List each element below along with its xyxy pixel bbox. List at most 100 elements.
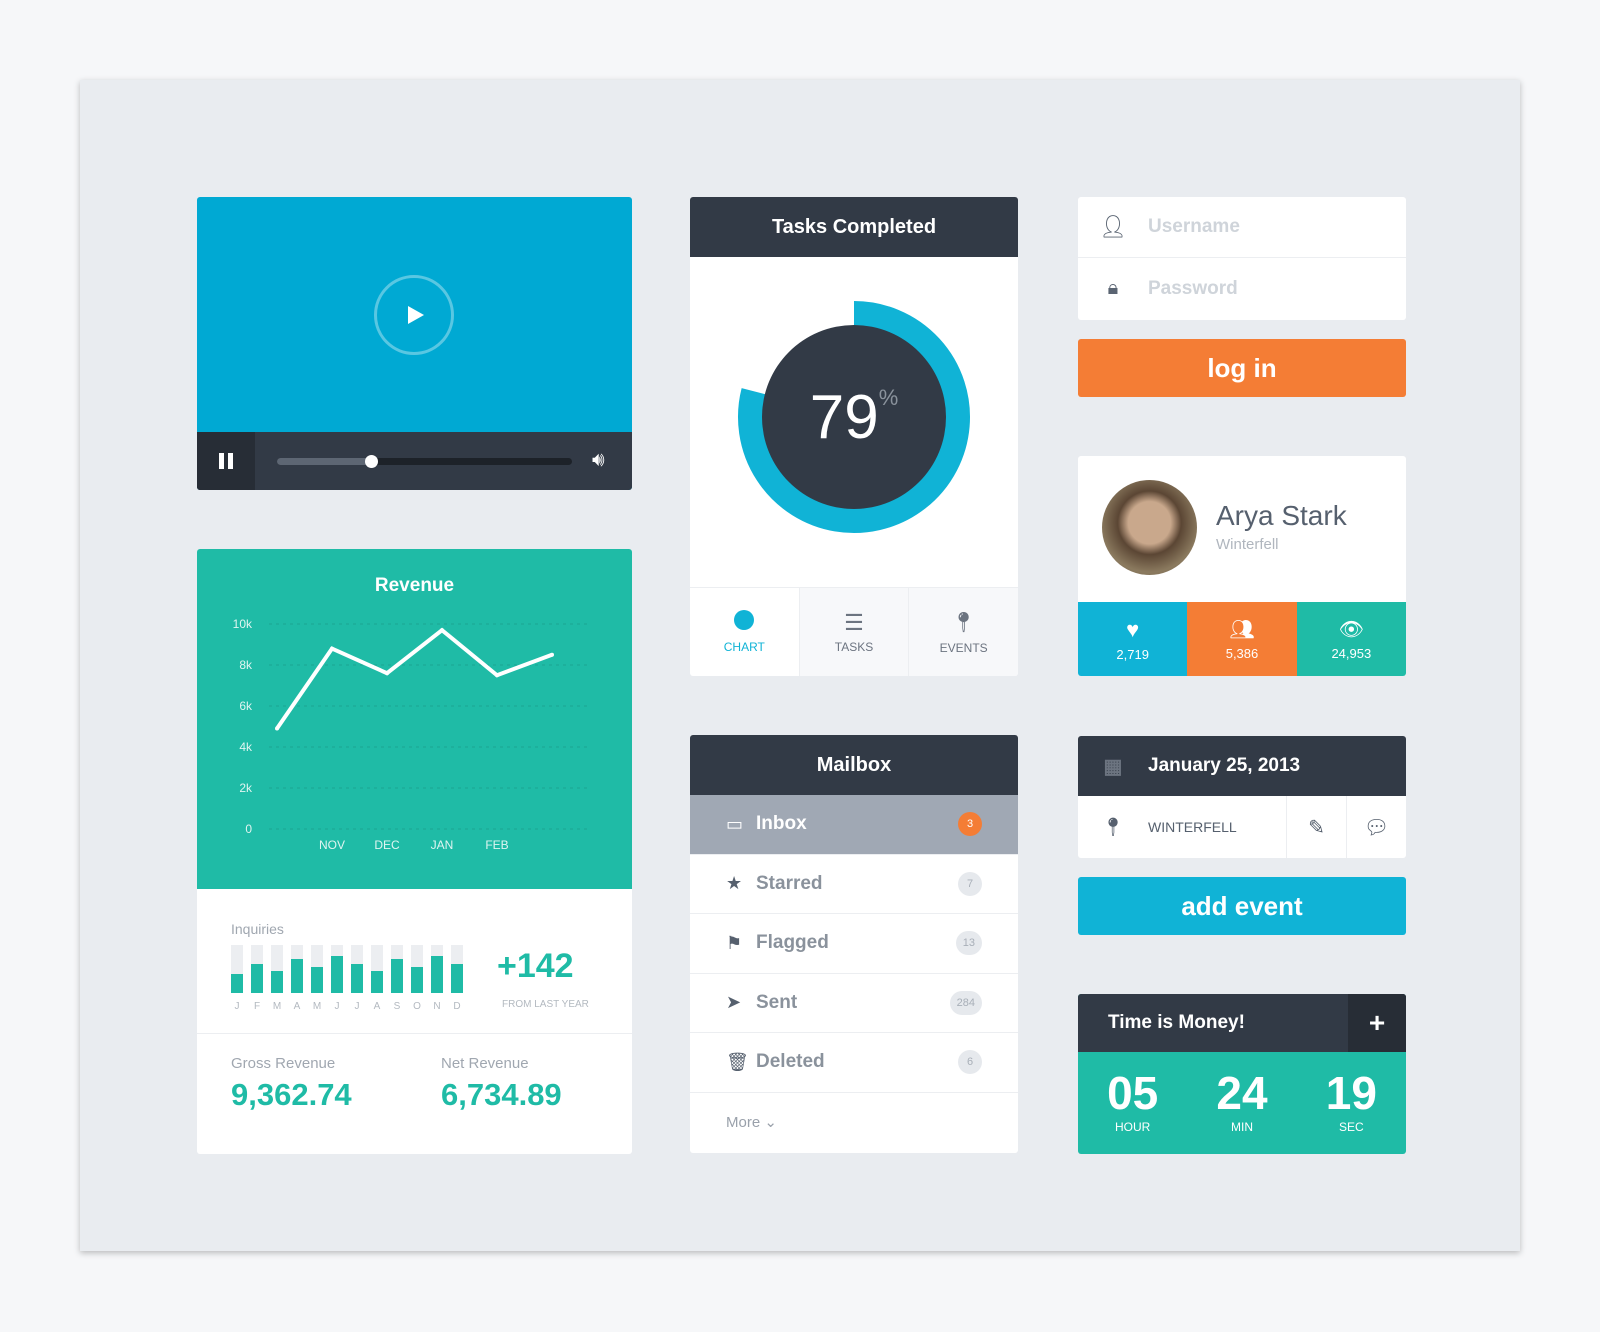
likes-stat[interactable]: ♥ 2,719	[1078, 602, 1188, 676]
month-label: S	[393, 1001, 401, 1012]
lock-icon: 🔒︎	[1107, 277, 1119, 299]
x-tick-label: NOV	[319, 838, 345, 852]
inquiries-label: Inquiries	[231, 921, 284, 937]
views-stat[interactable]: 👁︎ 24,953	[1296, 602, 1406, 676]
star-icon: ★	[726, 873, 743, 894]
month-label: D	[453, 1001, 461, 1012]
timer-card: Time is Money! + 05 HOUR 24 MIN 19 SEC	[1078, 994, 1406, 1154]
mailbox-item-starred[interactable]: ★ Starred 7	[690, 855, 1018, 914]
username-input[interactable]	[1148, 216, 1388, 238]
y-tick-label: 10k	[233, 617, 253, 631]
pause-icon	[219, 453, 233, 469]
inquiry-bar	[431, 955, 443, 993]
bar-track	[411, 945, 423, 993]
seek-handle[interactable]	[365, 455, 379, 468]
map-pin-icon: 📍︎	[950, 611, 977, 634]
count-badge: 6	[958, 1050, 982, 1075]
more-link[interactable]: More ⌄	[726, 1113, 777, 1131]
month-label: A	[293, 1001, 301, 1012]
bar-track	[431, 945, 443, 993]
month-label: N	[433, 1001, 441, 1012]
net-revenue-value: 6,734.89	[441, 1077, 562, 1112]
data-point	[385, 671, 389, 676]
bar-track	[351, 945, 363, 993]
bar-track	[231, 945, 243, 993]
trash-icon: 🗑︎	[726, 1051, 749, 1072]
user-icon: 👤︎	[1099, 214, 1127, 239]
edit-icon[interactable]: ✎	[1286, 796, 1346, 858]
x-tick-label: FEB	[485, 838, 508, 852]
month-label: M	[272, 1001, 282, 1012]
data-point	[275, 726, 279, 731]
inquiry-bar	[271, 971, 283, 993]
data-point	[330, 646, 334, 651]
mailbox-item-inbox[interactable]: ▭ Inbox 3	[690, 795, 1018, 855]
comment-icon[interactable]: 💬︎	[1346, 796, 1406, 858]
tab-chart[interactable]: CHART	[690, 588, 799, 676]
play-button[interactable]	[374, 275, 454, 355]
inquiry-bar	[331, 955, 343, 993]
month-label: F	[253, 1001, 261, 1012]
profile-card: Arya Stark Winterfell ♥ 2,719 👥︎ 5,386 👁︎ 2…	[1078, 456, 1406, 676]
inquiries-delta: +142	[497, 947, 574, 985]
list-icon: ☰	[844, 610, 864, 635]
data-point	[495, 673, 499, 678]
followers-stat[interactable]: 👥︎ 5,386	[1187, 602, 1297, 676]
y-tick-label: 2k	[239, 781, 253, 795]
y-tick-label: 6k	[239, 699, 253, 713]
inquiry-bar	[371, 971, 383, 993]
send-icon: ➤	[726, 992, 742, 1013]
inquiry-bar	[351, 964, 363, 993]
inquiry-bar	[451, 964, 463, 993]
month-label: J	[354, 1001, 360, 1012]
inbox-icon: ▭	[726, 813, 744, 834]
inquiries-bar-chart: JFMAMJJASOND	[231, 945, 471, 1025]
inquiry-bar	[231, 973, 243, 993]
inquiry-bar	[391, 959, 403, 993]
event-location: WINTERFELL	[1148, 819, 1237, 835]
event-date: January 25, 2013	[1148, 755, 1301, 776]
login-button[interactable]: log in	[1078, 339, 1406, 397]
timer-sec: 19	[1325, 1067, 1377, 1119]
add-event-button[interactable]: add event	[1078, 877, 1406, 935]
timer-title: Time is Money!	[1108, 1012, 1245, 1033]
mailbox-item-deleted[interactable]: 🗑︎ Deleted 6	[690, 1033, 1018, 1093]
delta-label: FROM LAST YEAR	[502, 999, 589, 1010]
seek-bar[interactable]	[277, 455, 572, 468]
login-form: 👤︎ 🔒︎	[1078, 197, 1406, 320]
pause-button[interactable]	[197, 432, 255, 490]
bar-track	[251, 945, 263, 993]
x-tick-label: JAN	[431, 838, 454, 852]
password-input[interactable]	[1148, 277, 1388, 300]
data-point	[440, 628, 444, 633]
inquiry-bar	[411, 966, 423, 993]
timer-hour: 05	[1107, 1067, 1159, 1119]
bar-track	[291, 945, 303, 993]
event-card: ▦ January 25, 2013 📍︎ WINTERFELL ✎ 💬︎	[1078, 736, 1406, 858]
tasks-donut-chart	[738, 301, 970, 533]
revenue-line	[275, 627, 553, 730]
add-timer-button[interactable]: +	[1348, 994, 1406, 1052]
tab-events[interactable]: 📍︎ EVENTS	[908, 588, 1018, 676]
revenue-line-chart: 0 2k 4k 6k 8k 10k NOV DEC JAN FEB	[233, 617, 587, 852]
bar-track	[271, 945, 283, 993]
y-tick-label: 0	[245, 822, 252, 836]
inquiry-bar	[291, 959, 303, 993]
mailbox-item-flagged[interactable]: ⚑ Flagged 13	[690, 914, 1018, 974]
count-badge: 3	[958, 812, 982, 837]
heart-icon: ♥	[1126, 616, 1140, 642]
avatar	[1102, 480, 1197, 575]
map-pin-icon: 📍︎	[1101, 816, 1125, 837]
donut-center	[762, 325, 946, 509]
volume-icon[interactable]: 🔊︎	[592, 449, 605, 472]
month-label: O	[413, 1001, 421, 1012]
count-badge: 284	[949, 990, 982, 1015]
month-label: M	[312, 1001, 322, 1012]
profile-name: Arya Stark	[1216, 500, 1347, 531]
bar-track	[331, 945, 343, 993]
tab-tasks[interactable]: ☰ TASKS	[798, 588, 909, 676]
play-icon	[408, 306, 424, 324]
inquiry-bar	[311, 966, 323, 993]
eye-icon: 👁︎	[1338, 619, 1365, 641]
mailbox-item-sent[interactable]: ➤ Sent 284	[690, 974, 1018, 1033]
